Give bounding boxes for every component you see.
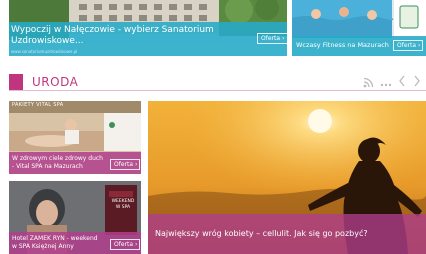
card-caption: W zdrowym ciele zdrowy duch - Vital SPA …	[12, 155, 103, 170]
top-banner-fitness[interactable]: Wczasy Fitness na Mazurach Oferta ›	[292, 0, 426, 56]
banner-title: Wczasy Fitness na Mazurach	[296, 41, 389, 49]
card-header: WEEKEND W SPA	[111, 199, 135, 210]
oferta-label: Oferta	[114, 160, 134, 168]
oferta-button[interactable]: Oferta ›	[110, 159, 140, 170]
card-caption: Hotel ZAMEK RYN - weekend w SPA Księżnej…	[12, 235, 98, 250]
chevron-left-icon[interactable]	[398, 72, 406, 87]
section-title: URODA	[32, 75, 79, 89]
more-dots-icon[interactable]	[380, 74, 392, 87]
chevron-right-icon: ›	[418, 41, 421, 49]
oferta-label: Oferta	[261, 34, 281, 42]
card-vital-spa[interactable]: PAKIETY VITAL SPA W zdrowym ciele zdrowy…	[9, 101, 141, 174]
oferta-label: Oferta	[397, 41, 417, 49]
card-header: PAKIETY VITAL SPA	[12, 102, 64, 108]
oferta-button[interactable]: Oferta ›	[257, 33, 287, 44]
feature-caption: Największy wróg kobiety – cellulit. Jak …	[155, 229, 368, 238]
section-accent-bar	[9, 74, 23, 91]
chevron-right-icon[interactable]	[413, 72, 421, 87]
chevron-right-icon: ›	[282, 34, 285, 42]
chevron-right-icon: ›	[135, 240, 138, 248]
feature-card[interactable]: Największy wróg kobiety – cellulit. Jak …	[148, 101, 426, 254]
oferta-label: Oferta	[114, 240, 134, 248]
banner-title: Wypoczij w Nałęczowie - wybierz Sanatori…	[11, 25, 214, 46]
oferta-button[interactable]: Oferta ›	[393, 40, 423, 51]
oferta-button[interactable]: Oferta ›	[110, 239, 140, 250]
rss-icon[interactable]	[363, 73, 374, 88]
banner-url: www.sanatoriumuzdrowiskowe.pl	[11, 49, 78, 54]
top-banner-nalenczow[interactable]: Wypoczij w Nałęczowie - wybierz Sanatori…	[9, 0, 287, 56]
section-divider	[9, 90, 426, 91]
card-zamek-ryn[interactable]: WEEKEND W SPA Hotel ZAMEK RYN - weekend …	[9, 181, 141, 254]
chevron-right-icon: ›	[135, 160, 138, 168]
